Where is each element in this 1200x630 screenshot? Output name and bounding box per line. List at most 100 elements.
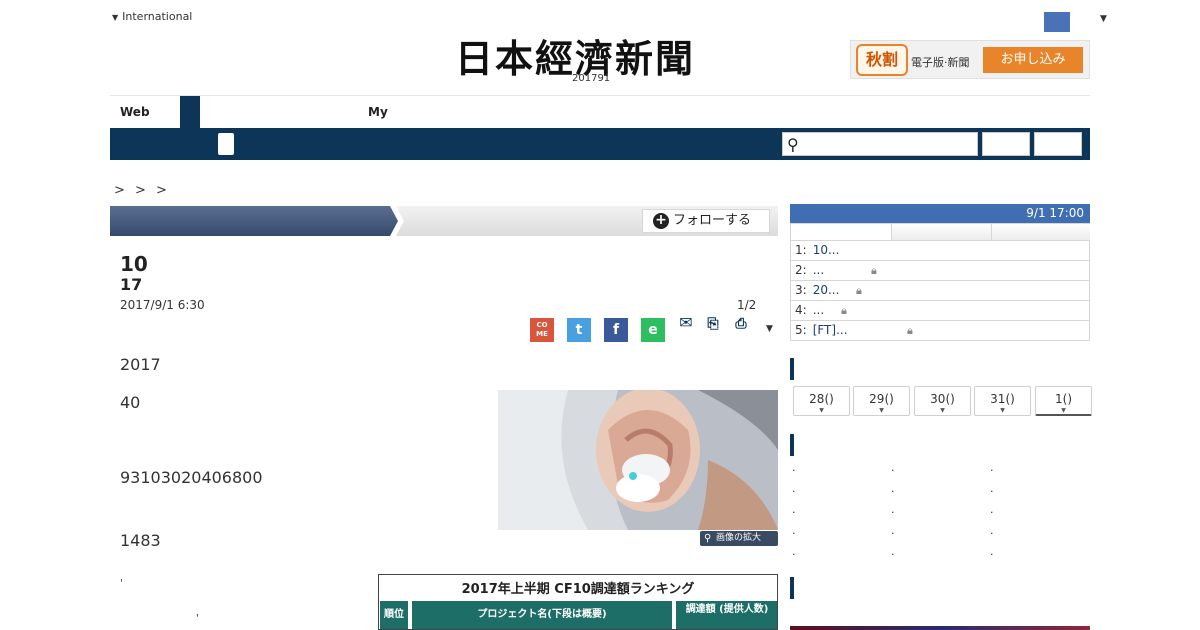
page-indicator: 1/2 (737, 298, 757, 312)
ranking-time: 9/1 17:00 (1026, 206, 1084, 220)
breadcrumb[interactable]: > > > (114, 183, 170, 198)
bullet-item[interactable]: · (990, 548, 994, 561)
caret-down-icon: ▼ (940, 407, 945, 414)
come-share-icon[interactable]: CO ME (530, 318, 554, 342)
date-tab[interactable]: 28() ▼ (793, 386, 850, 416)
promo-banner[interactable]: 秋割 電子版·新聞 お申し込み (850, 40, 1090, 79)
mail-icon[interactable]: ✉ (678, 315, 694, 331)
caret-down-icon: ▼ (819, 407, 824, 414)
bullet-item[interactable]: · (792, 485, 796, 498)
magnifier-icon: ⚲ (704, 533, 712, 544)
tab-web[interactable]: Web (120, 105, 150, 119)
table-title: 2017年上半期 CF10調達額ランキング (461, 582, 695, 597)
date-tab-active[interactable]: 1() ▼ (1035, 386, 1092, 416)
paragraph: 1483 (120, 531, 161, 550)
ranking-title[interactable]: ... (813, 263, 824, 277)
caret-down-icon[interactable]: ▼ (766, 324, 773, 334)
nav-button-1[interactable] (982, 132, 1030, 156)
bullet-item[interactable]: · (891, 464, 895, 477)
paragraph: 40 (120, 393, 141, 412)
ranking-title[interactable]: ... (813, 303, 824, 317)
table-header: 調達額 (提供人数) (676, 601, 777, 629)
lock-icon: 🔒︎ (841, 304, 847, 317)
bullet-item[interactable]: · (792, 464, 796, 477)
tab-my[interactable]: My (368, 105, 388, 119)
lock-icon: 🔒︎ (907, 324, 913, 337)
text-fragment: ' (120, 578, 123, 589)
caret-down-icon: ▼ (112, 13, 119, 22)
caret-down-icon: ▼ (1000, 407, 1005, 414)
headline-line-2: 17 (120, 275, 143, 294)
bullet-item[interactable]: · (792, 548, 796, 561)
section-marker (790, 434, 794, 456)
bullet-item[interactable]: · (990, 464, 994, 477)
promo-badge: 秋割 (856, 44, 908, 76)
nav-toggle[interactable] (218, 133, 234, 155)
follow-button[interactable]: + フォローする (642, 209, 770, 233)
image-zoom-button[interactable]: ⚲ 画像の拡大 (700, 531, 778, 546)
print-icon[interactable]: ⎙ (732, 316, 750, 332)
caret-down-icon[interactable]: ▼ (1100, 14, 1107, 24)
bullet-item[interactable]: · (792, 506, 796, 519)
divider (110, 95, 1090, 96)
section-marker (790, 577, 794, 599)
lock-icon: 🔒︎ (856, 284, 862, 297)
flag-icon[interactable] (1044, 12, 1070, 32)
image-zoom-label: 画像の拡大 (716, 533, 762, 543)
ranking-tab[interactable] (891, 224, 991, 240)
article-photo[interactable] (498, 390, 778, 530)
section-title-bar (110, 206, 398, 236)
ranking-title[interactable]: 10... (813, 243, 840, 257)
clip-icon[interactable]: ⎘ (706, 316, 720, 332)
ranking-item[interactable]: 3: 20... 🔒︎ (790, 281, 1090, 301)
bullet-item[interactable]: · (891, 485, 895, 498)
search-input[interactable]: ⚲ (782, 132, 978, 156)
bullet-item[interactable]: · (891, 506, 895, 519)
main-nav-bar: ⚲ (110, 128, 1090, 160)
table-header: プロジェクト名(下段は概要) (412, 601, 672, 629)
evernote-icon[interactable]: e (641, 318, 665, 342)
ranking-tabs (790, 223, 1090, 241)
bullet-item[interactable]: · (990, 527, 994, 540)
nav-button-2[interactable] (1034, 132, 1082, 156)
paragraph: 93103020406800 (120, 468, 263, 487)
ranking-title[interactable]: [FT]... (813, 323, 848, 337)
international-label: International (122, 10, 193, 23)
section-marker (790, 358, 794, 380)
ranking-item[interactable]: 1: 10... (790, 241, 1090, 261)
tab-active-indicator[interactable] (180, 96, 200, 128)
follow-label: フォローする (673, 213, 752, 228)
sidebar-image[interactable] (790, 626, 1090, 630)
plus-circle-icon: + (653, 213, 669, 229)
caret-down-icon: ▼ (1061, 407, 1066, 414)
ranking-title[interactable]: 20... (813, 283, 840, 297)
ranking-tab[interactable] (991, 224, 1090, 240)
bullet-item[interactable]: · (891, 527, 895, 540)
headline-line-1: 10 (120, 252, 148, 276)
ranking-list: 1: 10... 2:... 🔒︎ 3: 20... 🔒︎ 4:... 🔒︎ 5: [FT]… (790, 241, 1090, 341)
text-fragment: ' (196, 613, 199, 624)
ranking-table-image[interactable]: 2017年上半期 CF10調達額ランキング 順位 プロジェクト名(下段は概要) … (378, 574, 778, 630)
edition-date: 201791 (572, 73, 611, 84)
subscribe-button[interactable]: お申し込み (983, 47, 1083, 73)
ranking-item[interactable]: 4:... 🔒︎ (790, 301, 1090, 321)
ranking-header: 9/1 17:00 (790, 204, 1090, 223)
bullet-item[interactable]: · (891, 548, 895, 561)
ranking-item[interactable]: 5: [FT]... 🔒︎ (790, 321, 1090, 341)
caret-down-icon: ▼ (879, 407, 884, 414)
twitter-icon[interactable]: t (567, 318, 591, 342)
date-tab[interactable]: 29() ▼ (853, 386, 910, 416)
paragraph: 2017 (120, 355, 161, 374)
article-date: 2017/9/1 6:30 (120, 298, 205, 312)
international-link[interactable]: ▼ International (112, 10, 192, 23)
ranking-item[interactable]: 2:... 🔒︎ (790, 261, 1090, 281)
promo-text: 電子版·新聞 (911, 56, 970, 69)
bullet-item[interactable]: · (990, 485, 994, 498)
date-tab[interactable]: 31() ▼ (974, 386, 1031, 416)
lock-icon: 🔒︎ (871, 264, 877, 277)
bullet-item[interactable]: · (990, 506, 994, 519)
facebook-icon[interactable]: f (604, 318, 628, 342)
table-header: 順位 (380, 601, 408, 629)
date-tab[interactable]: 30() ▼ (914, 386, 971, 416)
bullet-item[interactable]: · (792, 527, 796, 540)
